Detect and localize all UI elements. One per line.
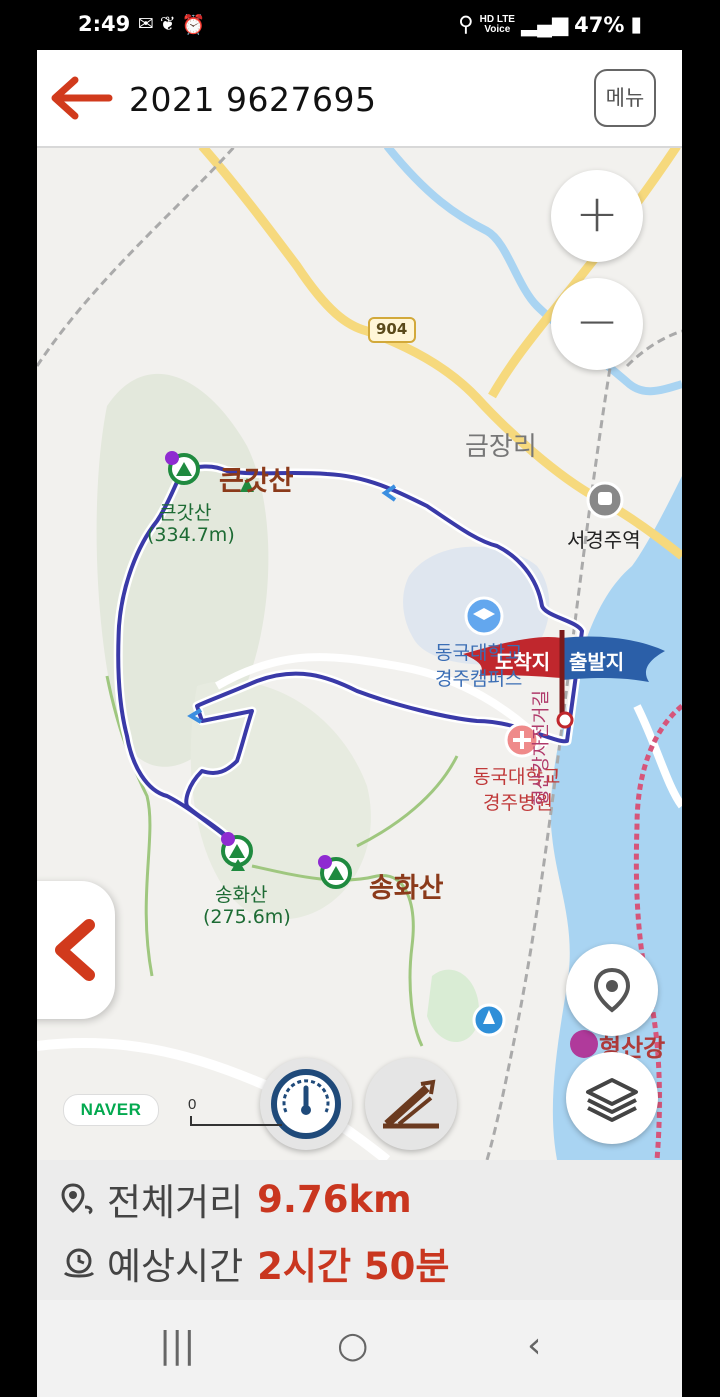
speedometer-icon [271, 1069, 341, 1139]
battery-icon: ▮ [630, 13, 642, 36]
peak-song-elevation: (275.6m) [203, 906, 291, 928]
peak-big-elevation: (334.7m) [147, 524, 235, 546]
alarm-icon: ⏰ [181, 15, 206, 36]
recent-apps-button[interactable]: ||| [159, 1325, 195, 1366]
menu-button[interactable]: 메뉴 [594, 69, 656, 127]
peak-song-label: 송화산 [215, 884, 268, 906]
scale-bar [190, 1116, 282, 1126]
peak-big-name-label: 큰갓산 [219, 466, 294, 497]
distance-value: 9.76km [257, 1177, 412, 1221]
signal-icon: ▂▄▆ [520, 13, 569, 36]
clock: 2:49 [78, 12, 131, 36]
time-row: 예상시간 2시간 50분 [59, 1238, 449, 1288]
depart-flag-label: 출발지 [569, 650, 625, 674]
trail [356, 755, 459, 848]
peak-big-label: 큰갓산 [159, 502, 212, 524]
network-indicator: HD LTE Voice [479, 13, 515, 35]
my-location-button[interactable] [566, 944, 658, 1036]
leaf-icon: ❦ [159, 14, 176, 35]
road-number-label: 904 [376, 320, 408, 338]
page-title: 2021 9627695 [129, 80, 377, 119]
start-point-icon [556, 711, 574, 729]
park-patch [427, 969, 479, 1043]
map-layers-button[interactable] [566, 1052, 658, 1144]
time-label: 예상시간 [107, 1245, 244, 1288]
system-back-button[interactable]: ‹ [527, 1325, 541, 1366]
bike-road-label: 형산강자전거길 [531, 690, 552, 806]
arrive-flag-label: 도착지 [495, 650, 551, 674]
route-pin-icon [61, 1183, 93, 1215]
peak-song-name-label: 송화산 [369, 873, 444, 904]
location-pin-icon [593, 967, 631, 1013]
home-button[interactable]: ○ [337, 1325, 368, 1366]
status-bar: 2:49 ✉ ❦ ⏰ ⚲ HD LTE Voice ▂▄▆ 47% ▮ [0, 0, 720, 50]
distance-label: 전체거리 [107, 1181, 244, 1224]
chevron-left-icon [55, 919, 95, 981]
station-label: 서경주역 [567, 528, 641, 552]
route-info-panel: 전체거리 9.76km 예상시간 2시간 50분 [37, 1160, 682, 1300]
location-icon: ⚲ [458, 13, 474, 36]
system-nav-bar: ||| ○ ‹ [0, 1300, 720, 1397]
zoom-in-button[interactable]: + [551, 170, 643, 262]
side-panel-toggle[interactable] [37, 881, 115, 1019]
village-label: 금장리 [465, 432, 537, 462]
layers-icon [586, 1078, 638, 1122]
back-button[interactable] [51, 76, 113, 120]
timer-icon [63, 1248, 95, 1278]
distance-row: 전체거리 9.76km [59, 1174, 412, 1224]
app-header: 2021 9627695 메뉴 [37, 50, 682, 148]
mail-icon: ✉ [138, 14, 154, 35]
scale-label: 0 [188, 1096, 197, 1113]
speed-mode-button[interactable] [260, 1058, 352, 1150]
elevation-profile-button[interactable] [365, 1058, 457, 1150]
naver-logo: NAVER [63, 1094, 159, 1126]
battery-percent: 47% [574, 12, 625, 37]
time-value: 2시간 50분 [257, 1245, 450, 1288]
map-view[interactable]: 904 금장리 큰갓산 큰갓산 (334.7m) 송화산 송화산 (275.6m… [37, 146, 682, 1160]
arrow-left-icon [51, 76, 113, 120]
railway [37, 146, 237, 367]
app-screen: 2021 9627695 메뉴 904 금장리 큰갓산 큰갓산 (334.7m)… [37, 50, 682, 1300]
elevation-icon [383, 1079, 439, 1129]
zoom-out-button[interactable]: − [551, 278, 643, 370]
